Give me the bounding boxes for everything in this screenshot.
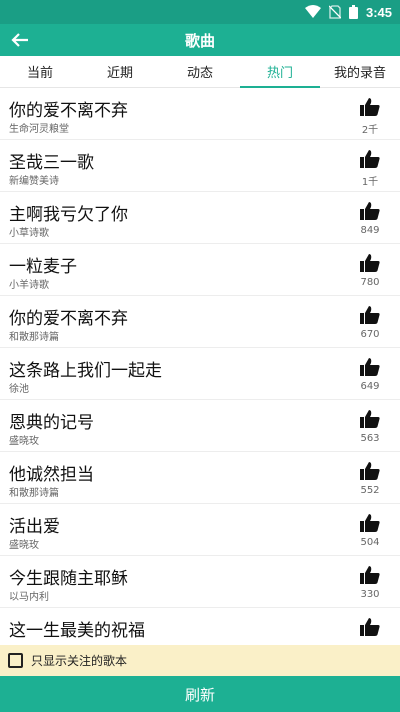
song-source: 徐池 <box>9 384 29 395</box>
like-count: 563 <box>360 433 380 444</box>
tab-bar: 当前 近期 动态 热门 我的录音 <box>0 56 400 88</box>
song-source: 新编赞美诗 <box>9 176 59 187</box>
like-count: 2千 <box>361 125 379 136</box>
like-count: 330 <box>360 589 380 600</box>
thumbs-up-icon[interactable] <box>360 98 380 116</box>
like-count: 849 <box>360 225 380 236</box>
song-title: 他诚然担当 <box>9 465 94 485</box>
list-item[interactable]: 这条路上我们一起走 徐池 649 <box>0 348 400 400</box>
list-item[interactable]: 他诚然担当 和散那诗篇 552 <box>0 452 400 504</box>
like-count: 780 <box>360 277 380 288</box>
thumbs-up-icon[interactable] <box>360 150 380 168</box>
filter-label: 只显示关注的歌本 <box>31 654 128 668</box>
filter-bar: 只显示关注的歌本 <box>0 645 400 676</box>
song-title: 恩典的记号 <box>9 413 94 433</box>
arrow-left-icon <box>11 33 28 47</box>
like-count: 670 <box>360 329 380 340</box>
list-item[interactable]: 活出爱 盛晓玫 504 <box>0 504 400 556</box>
song-title: 你的爱不离不弃 <box>9 309 128 329</box>
thumbs-up-icon[interactable] <box>360 514 380 532</box>
thumbs-up-icon[interactable] <box>360 462 380 480</box>
status-time: 3:45 <box>365 4 392 20</box>
song-title: 这一生最美的祝福 <box>9 621 145 641</box>
tab-my-recordings[interactable]: 我的录音 <box>320 56 400 87</box>
like-count: 649 <box>360 381 380 392</box>
thumbs-up-icon[interactable] <box>360 618 380 636</box>
song-title: 圣哉三一歌 <box>9 153 94 173</box>
like-count: 1千 <box>361 177 379 188</box>
status-bar: 3:45 <box>0 0 400 24</box>
like-count: 552 <box>360 485 380 496</box>
thumbs-up-icon[interactable] <box>360 202 380 220</box>
thumbs-up-icon[interactable] <box>360 358 380 376</box>
back-button[interactable] <box>8 28 32 52</box>
tab-popular[interactable]: 热门 <box>240 56 320 88</box>
song-title: 一粒麦子 <box>9 257 77 277</box>
thumbs-up-icon[interactable] <box>360 410 380 428</box>
list-item[interactable]: 今生跟随主耶稣 以马内利 330 <box>0 556 400 608</box>
tab-recent[interactable]: 近期 <box>80 56 160 87</box>
thumbs-up-icon[interactable] <box>360 566 380 584</box>
song-title: 主啊我亏欠了你 <box>9 205 128 225</box>
tab-current[interactable]: 当前 <box>0 56 80 87</box>
song-list: 你的爱不离不弃 生命河灵粮堂 2千 圣哉三一歌 新编赞美诗 1千 主啊我亏欠了你… <box>0 88 400 645</box>
song-source: 小草诗歌 <box>9 228 49 239</box>
song-title: 活出爱 <box>9 517 60 537</box>
song-source: 和散那诗篇 <box>9 332 59 343</box>
song-source: 小羊诗歌 <box>9 280 49 291</box>
list-item[interactable]: 圣哉三一歌 新编赞美诗 1千 <box>0 140 400 192</box>
followed-songbooks-checkbox[interactable] <box>8 653 23 668</box>
list-item[interactable]: 一粒麦子 小羊诗歌 780 <box>0 244 400 296</box>
tab-activity[interactable]: 动态 <box>160 56 240 87</box>
list-item[interactable]: 你的爱不离不弃 生命河灵粮堂 2千 <box>0 88 400 140</box>
song-source: 生命河灵粮堂 <box>9 124 69 135</box>
list-item[interactable]: 你的爱不离不弃 和散那诗篇 670 <box>0 296 400 348</box>
song-source: 和散那诗篇 <box>9 488 59 499</box>
song-title: 这条路上我们一起走 <box>9 361 162 381</box>
like-count: 504 <box>360 537 380 548</box>
refresh-button[interactable]: 刷新 <box>0 676 400 712</box>
battery-icon <box>348 5 358 19</box>
list-item[interactable]: 这一生最美的祝福 <box>0 608 400 645</box>
song-title: 你的爱不离不弃 <box>9 101 128 121</box>
song-source: 以马内利 <box>9 592 49 603</box>
wifi-icon <box>304 5 321 19</box>
song-source: 盛晓玫 <box>9 436 39 447</box>
song-title: 今生跟随主耶稣 <box>9 569 128 589</box>
list-item[interactable]: 恩典的记号 盛晓玫 563 <box>0 400 400 452</box>
song-source: 盛晓玫 <box>9 540 39 551</box>
thumbs-up-icon[interactable] <box>360 254 380 272</box>
app-bar: 歌曲 <box>0 24 400 56</box>
no-sim-icon <box>328 5 341 19</box>
thumbs-up-icon[interactable] <box>360 306 380 324</box>
page-title: 歌曲 <box>184 31 215 50</box>
list-item[interactable]: 主啊我亏欠了你 小草诗歌 849 <box>0 192 400 244</box>
